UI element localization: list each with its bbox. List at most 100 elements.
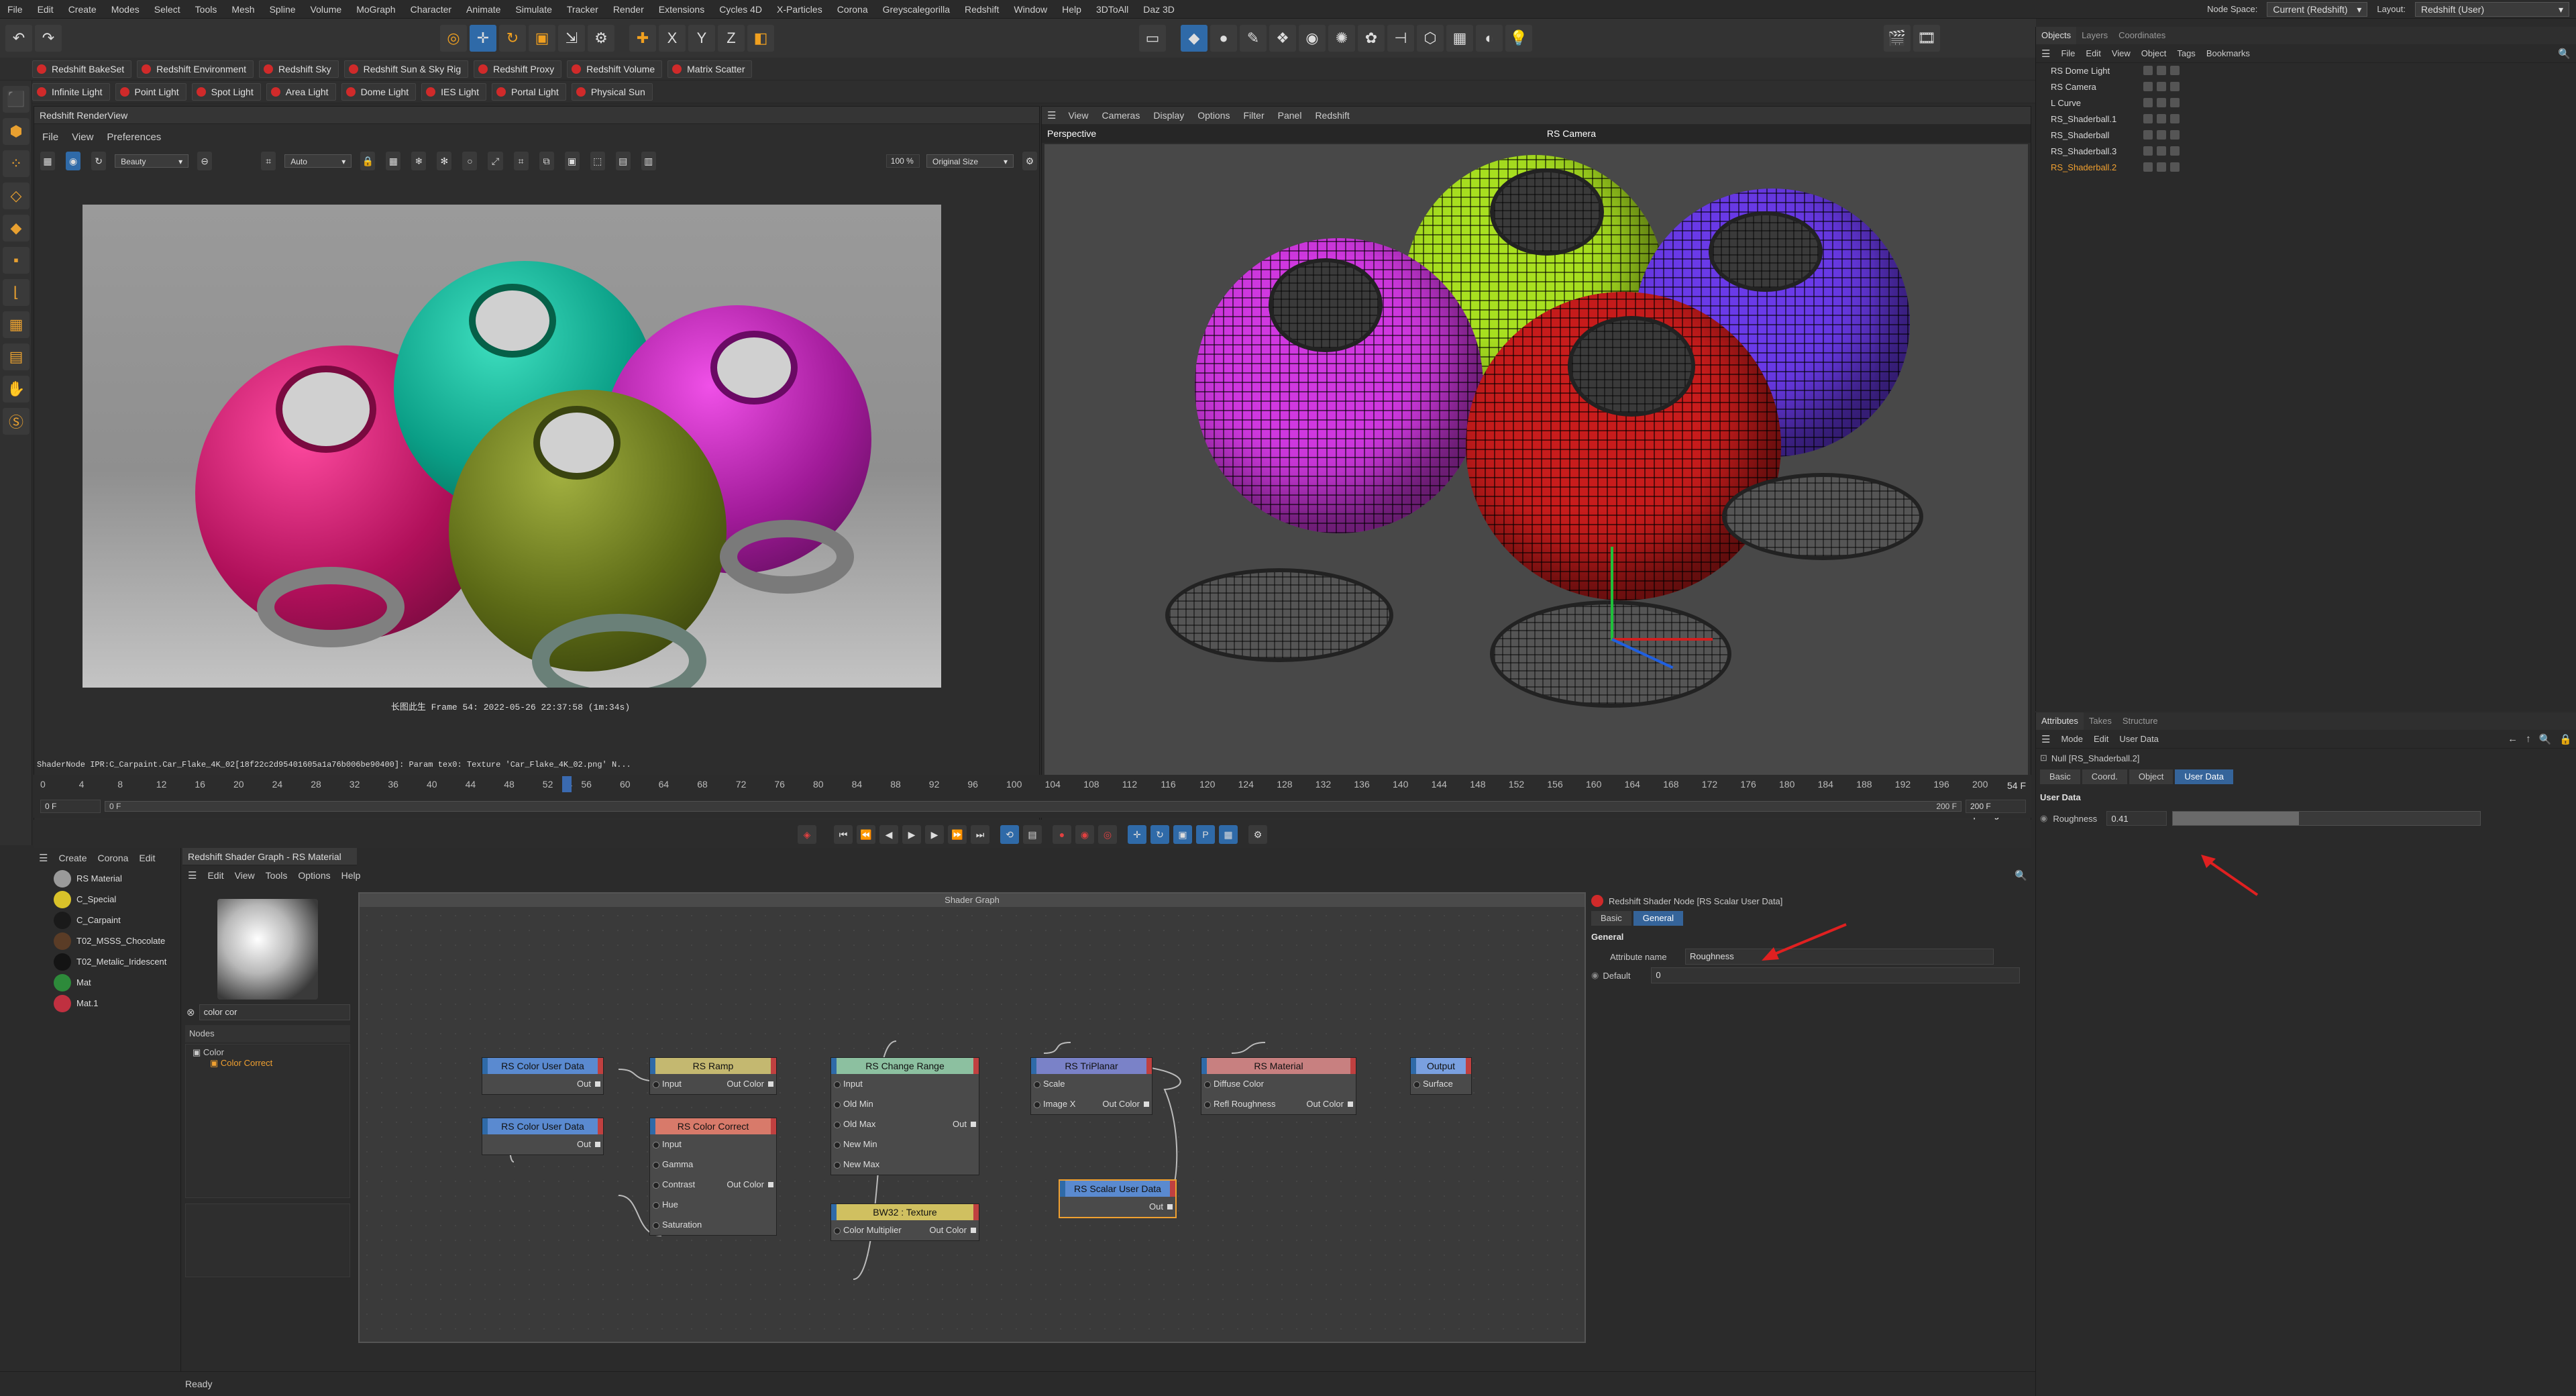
- script-icon[interactable]: Ⓢ: [3, 408, 30, 435]
- gear-icon[interactable]: ⚙: [1022, 152, 1038, 170]
- compare-icon[interactable]: ⧉: [539, 152, 554, 170]
- menu-item-extensions[interactable]: Extensions: [651, 0, 712, 19]
- texture-mode-icon[interactable]: ⬢: [3, 118, 30, 145]
- next-key-icon[interactable]: ⏩: [948, 825, 967, 844]
- prev-key-icon[interactable]: ⏪: [857, 825, 875, 844]
- material-item[interactable]: Mat: [54, 972, 180, 993]
- tag-icon[interactable]: [2170, 114, 2180, 123]
- node-port[interactable]: Out: [1060, 1197, 1175, 1217]
- model-mode-icon[interactable]: ⬛: [3, 86, 30, 113]
- pla-key-icon[interactable]: ▦: [1219, 825, 1238, 844]
- material-item[interactable]: T02_Metalic_Iridescent: [54, 951, 180, 972]
- node-scalar-user-data[interactable]: RS Scalar User Data Out: [1059, 1179, 1177, 1218]
- node-color-user-data-2[interactable]: RS Color User Data Out: [482, 1118, 604, 1155]
- node-port[interactable]: Hue: [650, 1195, 776, 1215]
- coordinate-system-icon[interactable]: ◧: [747, 25, 774, 52]
- plugin_row1-button[interactable]: Redshift Sun & Sky Rig: [343, 60, 469, 78]
- lock-icon[interactable]: 🔒: [2555, 733, 2576, 745]
- menu-item-redshift[interactable]: Redshift: [957, 0, 1006, 19]
- shader-menu-item[interactable]: Options: [292, 867, 335, 884]
- axis-icon[interactable]: ✚: [629, 25, 656, 52]
- visibility-icon[interactable]: [2143, 162, 2153, 172]
- node-port[interactable]: Refl Roughness: [1201, 1094, 1288, 1114]
- viewport-canvas[interactable]: [1044, 144, 2028, 815]
- plugin_row2-button[interactable]: Infinite Light: [32, 83, 110, 101]
- position-key-icon[interactable]: ✛: [1128, 825, 1146, 844]
- snapshot-icon[interactable]: ▣: [564, 152, 580, 170]
- object-row[interactable]: RS_Shaderball.3: [2036, 144, 2576, 160]
- menu-item-tracker[interactable]: Tracker: [559, 0, 606, 19]
- rotate-icon[interactable]: ↻: [499, 25, 526, 52]
- camera-label[interactable]: RS Camera: [1547, 128, 1596, 139]
- node-port[interactable]: Color Multiplier: [831, 1220, 914, 1240]
- visibility-icon[interactable]: [2143, 98, 2153, 107]
- range-bar[interactable]: 0 F 0 F 200 F 200 F: [40, 799, 2026, 814]
- menu-item-3dtoall[interactable]: 3DToAll: [1089, 0, 1136, 19]
- roughness-field[interactable]: 0.41: [2106, 811, 2167, 826]
- tag-icon[interactable]: [2170, 98, 2180, 107]
- autokey-icon[interactable]: ◉: [1075, 825, 1094, 844]
- material-menu-item[interactable]: Create: [53, 849, 92, 867]
- plugin_row1-button[interactable]: Redshift Proxy: [474, 60, 562, 78]
- search-icon[interactable]: 🔍: [2008, 869, 2034, 881]
- scale-icon[interactable]: ▣: [529, 25, 555, 52]
- node-port[interactable]: Old Min: [831, 1094, 979, 1114]
- menu-item-help[interactable]: Help: [1055, 0, 1089, 19]
- node-port[interactable]: New Max: [831, 1155, 979, 1175]
- object-row[interactable]: RS_Shaderball.1: [2036, 111, 2576, 127]
- playhead[interactable]: [561, 776, 572, 792]
- renderview-menu-item[interactable]: Preferences: [100, 129, 168, 146]
- node-port[interactable]: Input: [831, 1074, 979, 1094]
- tab-takes[interactable]: Takes: [2084, 712, 2117, 730]
- shader-menu-item[interactable]: Help: [336, 867, 366, 884]
- object-row[interactable]: RS_Shaderball.2: [2036, 160, 2576, 176]
- material-item[interactable]: RS Material: [54, 868, 180, 889]
- node-port[interactable]: Saturation: [650, 1215, 776, 1235]
- floor-icon[interactable]: ▦: [1446, 25, 1473, 52]
- node-port[interactable]: Contrast: [650, 1175, 707, 1195]
- attr-tab-userdata[interactable]: User Data: [2175, 769, 2233, 784]
- node-tab-general[interactable]: General: [1633, 911, 1684, 926]
- effector-icon[interactable]: ✺: [1328, 25, 1355, 52]
- menu-item-file[interactable]: File: [0, 0, 30, 19]
- scale-key-icon[interactable]: ▣: [1173, 825, 1192, 844]
- visibility-icon[interactable]: [2143, 114, 2153, 123]
- roughness-slider[interactable]: [2172, 811, 2481, 826]
- node-tab-basic[interactable]: Basic: [1591, 911, 1631, 926]
- plugin_row2-button[interactable]: Physical Sun: [571, 83, 653, 101]
- camera-icon[interactable]: ◐: [1476, 25, 1503, 52]
- prev-frame-icon[interactable]: ◀: [879, 825, 898, 844]
- plugin_row1-button[interactable]: Matrix Scatter: [667, 60, 753, 78]
- redo-icon[interactable]: ↷: [35, 25, 62, 52]
- scene-icon[interactable]: ⊣: [1387, 25, 1414, 52]
- solo-icon[interactable]: ▪: [3, 247, 30, 274]
- end-frame-field[interactable]: 200 F: [1966, 800, 2026, 813]
- attr-menu-item[interactable]: Mode: [2055, 731, 2088, 748]
- node-space-select[interactable]: Current (Redshift) ▾: [2267, 2, 2368, 17]
- object-row[interactable]: RS_Shaderball: [2036, 127, 2576, 144]
- crop-icon[interactable]: ⌗: [261, 152, 276, 170]
- menu-item-mograph[interactable]: MoGraph: [349, 0, 402, 19]
- node-rs-material[interactable]: RS Material Diffuse Color Refl Roughness…: [1201, 1057, 1356, 1115]
- viewport-menu-item[interactable]: Redshift: [1308, 107, 1356, 124]
- plugin_row1-button[interactable]: Redshift Sky: [259, 60, 339, 78]
- node-port[interactable]: Out Color: [1294, 1094, 1356, 1114]
- menu-item-daz-3d[interactable]: Daz 3D: [1136, 0, 1182, 19]
- node-port[interactable]: Image X: [1031, 1094, 1087, 1114]
- points-mode-icon[interactable]: ⁘: [3, 150, 30, 177]
- menu-item-create[interactable]: Create: [61, 0, 104, 19]
- transform-icon[interactable]: ⇲: [558, 25, 585, 52]
- node-port[interactable]: Out: [941, 1114, 979, 1134]
- ipr-icon[interactable]: ▦: [40, 152, 56, 170]
- visibility-icon[interactable]: [2143, 82, 2153, 91]
- start-frame-field[interactable]: 0 F: [40, 800, 101, 813]
- object-row[interactable]: RS Dome Light: [2036, 63, 2576, 79]
- rotation-key-icon[interactable]: ↻: [1150, 825, 1169, 844]
- timeline-settings-icon[interactable]: ⚙: [1248, 825, 1267, 844]
- search-icon[interactable]: 🔍: [2535, 733, 2556, 745]
- material-menu-item[interactable]: Corona: [92, 849, 133, 867]
- plugin_row1-button[interactable]: Redshift BakeSet: [32, 60, 132, 78]
- objects-menu-item[interactable]: Tags: [2171, 45, 2200, 62]
- pen-icon[interactable]: ✎: [1240, 25, 1267, 52]
- refresh-icon[interactable]: ↻: [91, 152, 107, 170]
